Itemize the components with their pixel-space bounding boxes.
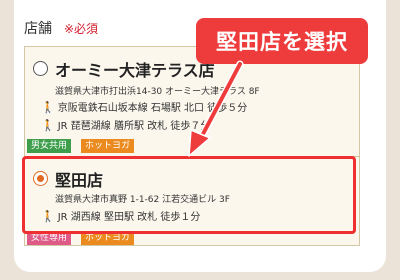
pointer-arrow-icon bbox=[188, 60, 244, 157]
